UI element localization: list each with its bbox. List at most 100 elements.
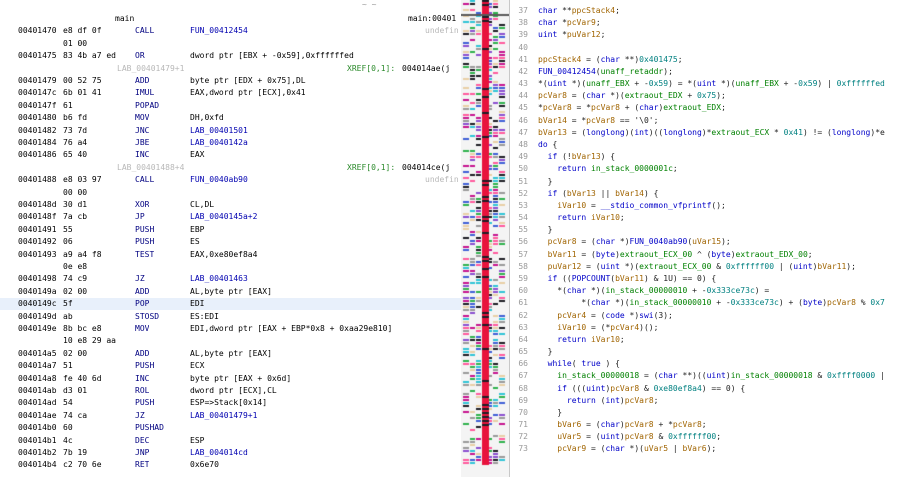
listing-row[interactable]: 00401479 00 52 75 ADD byte ptr [EDX + 0x75]… — [0, 75, 461, 87]
instruction-bytes: 10 e8 29 aa — [63, 336, 116, 346]
listing-row[interactable]: 00401484 76 a4 JBE LAB_0040142a — [0, 137, 461, 149]
listing-row[interactable]: 0040148f 7a cb JP LAB_0040145a+2 — [0, 211, 461, 223]
listing-row[interactable]: 00401491 55 PUSH EBP — [0, 224, 461, 236]
listing-row[interactable]: 0040149c 5f POP EDI — [0, 298, 461, 311]
listing-row[interactable]: 0040148d 30 d1 XOR CL,DL — [0, 199, 461, 211]
listing-row[interactable]: 0040147c 6b 01 41 IMUL EAX,dword ptr [ECX],… — [0, 87, 461, 99]
decompiler-code: while( true ) { — [547, 359, 620, 369]
decompiler-line[interactable]: 50 return in_stack_0000001c; — [510, 163, 903, 175]
listing-label-row[interactable]: main main:00401 — [0, 13, 461, 25]
listing-row[interactable]: 004014b1 4c DEC ESP — [0, 435, 461, 447]
line-number: 49 — [518, 152, 528, 162]
instruction-address: 0040149e — [18, 324, 57, 333]
decompiler-line[interactable]: 73 pcVar9 = (char *)(uVar5 | bVar6); — [510, 443, 903, 455]
listing-row[interactable]: 00401498 74 c9 JZ LAB_00401463 — [0, 273, 461, 285]
decompiler-line[interactable]: 71 bVar6 = (char)pcVar8 + *pcVar8; — [510, 419, 903, 431]
listing-row[interactable]: 00401482 73 7d JNC LAB_00401501 — [0, 125, 461, 137]
decompiler-line[interactable]: 70 } — [510, 407, 903, 419]
decompiler-line[interactable]: 56 pcVar8 = (char *)FUN_0040ab90(uVar15)… — [510, 236, 903, 248]
decompiler-line[interactable]: 52 if (bVar13 || bVar14) { — [510, 188, 903, 200]
listing-row[interactable]: 00401493 a9 a4 f8 TEST EAX,0xe80ef8a4 — [0, 249, 461, 261]
decompiler-line[interactable]: 61 *(char *)(in_stack_00000010 + -0x333c… — [510, 297, 903, 309]
decompiler-code: in_stack_00000018 = (char **)((uint)in_s… — [557, 371, 885, 381]
decompiler-line[interactable]: 47 bVar13 = (longlong)(int)((longlong)*ex… — [510, 127, 903, 139]
decompiler-line[interactable]: 72 uVar5 = (uint)pcVar8 & 0xffffff00; — [510, 431, 903, 443]
decompiler-line[interactable]: 55 } — [510, 224, 903, 236]
decompiler-line[interactable]: 59 if ((POPCOUNT(bVar11) & 1U) == 0) { — [510, 273, 903, 285]
decompiler-panel[interactable]: 37 char **ppcStack4; 38 char *pcVar9; 39 uint… — [510, 0, 903, 477]
instruction-operands: LAB_0040142a — [190, 138, 248, 147]
decompiler-line[interactable]: 57 bVar11 = (byte)extraout_ECX_00 ^ (byt… — [510, 249, 903, 261]
decompiler-line[interactable]: 67 in_stack_00000018 = (char **)((uint)i… — [510, 370, 903, 382]
listing-row[interactable]: 004014b4 c2 70 6e RET 0x6e70 — [0, 459, 461, 471]
decompiler-code: puVar12 = (uint *)(extraout_ECX_00 & 0xf… — [547, 261, 856, 271]
instruction-operands: LAB_00401479+1 — [190, 410, 258, 420]
instruction-operands: CL,DL — [190, 200, 215, 209]
instruction-operands: EBP — [190, 224, 205, 234]
decompiler-line[interactable]: 43 *(uint *)(unaff_EBX + -0x59) = *(uint … — [510, 78, 903, 90]
decompiler-code: pcVar8 = (char *)FUN_0040ab90(uVar15); — [547, 237, 731, 247]
instruction-operands: dword ptr [ECX],CL — [190, 386, 277, 395]
decompiler-line[interactable]: 38 char *pcVar9; — [510, 17, 903, 29]
instruction-address: 004014a5 — [18, 348, 57, 358]
listing-row[interactable]: 00401488 e8 03 97 CALL FUN_0040ab90 undefin — [0, 174, 461, 186]
listing-row[interactable]: 10 e8 29 aa — [0, 335, 461, 347]
decompiler-line[interactable]: 64 return iVar10; — [510, 334, 903, 346]
instruction-mnemonic: MOV — [135, 324, 150, 333]
listing-row[interactable]: 00401480 b6 fd MOV DH,0xfd — [0, 112, 461, 124]
decompiler-line[interactable]: 66 while( true ) { — [510, 358, 903, 370]
listing-row[interactable]: 0040149d ab STOSD ES:EDI — [0, 311, 461, 323]
decompiler-line[interactable]: 60 *(char *)(in_stack_00000010 + -0x333c… — [510, 285, 903, 297]
listing-row[interactable]: 0040149a 02 00 ADD AL,byte ptr [EAX] — [0, 286, 461, 298]
decompiler-line[interactable]: 69 return (int)pcVar8; — [510, 395, 903, 407]
listing-row[interactable]: 00 00 — [0, 187, 461, 199]
instruction-address: 00401475 — [18, 51, 57, 61]
decompiler-line[interactable]: 53 iVar10 = __stdio_common_vfprintf(); — [510, 200, 903, 212]
listing-row[interactable]: 004014b2 7b 19 JNP LAB_004014cd — [0, 447, 461, 459]
line-number: 57 — [518, 249, 528, 259]
listing-row[interactable]: 004014a5 02 00 ADD AL,byte ptr [EAX] — [0, 348, 461, 360]
instruction-bytes: 02 00 — [63, 348, 88, 358]
decompiler-line[interactable]: 45 *pcVar8 = *pcVar8 + (char)extraout_EDX… — [510, 102, 903, 114]
decompiler-line[interactable]: 41 ppcStack4 = (char **)0x401475; — [510, 54, 903, 66]
listing-row[interactable]: 004014ae 74 ca JZ LAB_00401479+1 — [0, 410, 461, 422]
listing-row[interactable]: 00401475 83 4b a7 ed OR dword ptr [EBX + -0… — [0, 50, 461, 62]
listing-row[interactable]: 004014ab d3 01 ROL dword ptr [ECX],CL — [0, 385, 461, 397]
decompiler-line[interactable]: 46 bVar14 = *pcVar8 == '\0'; — [510, 115, 903, 127]
listing-row[interactable]: 00401470 e8 df 0f CALL FUN_00412454 undefin — [0, 25, 461, 37]
listing-label-row[interactable]: LAB_00401488+4 XREF[0,1]: 004014ce(j — [0, 162, 461, 174]
decompiler-line[interactable]: 37 char **ppcStack4; — [510, 5, 903, 17]
decompiler-line[interactable]: 42 FUN_00412454(unaff_retaddr); — [510, 66, 903, 78]
listing-row[interactable]: 004014a7 51 PUSH ECX — [0, 360, 461, 372]
instruction-operands: FUN_00412454 — [190, 26, 248, 36]
listing-row[interactable]: 01 00 — [0, 38, 461, 50]
decompiler-line[interactable]: 54 return iVar10; — [510, 212, 903, 224]
instruction-operands: ECX — [190, 361, 205, 371]
listing-row[interactable]: 0040149e 8b bc e8 MOV EDI,dword ptr [EAX + … — [0, 323, 461, 335]
listing-row[interactable]: 004014b0 60 PUSHAD — [0, 422, 461, 434]
listing-row[interactable]: 0040147f 61 POPAD — [0, 100, 461, 112]
instruction-mnemonic: STOSD — [135, 311, 160, 321]
decompiler-line[interactable]: 63 iVar10 = (*pcVar4)(); — [510, 322, 903, 334]
listing-row[interactable]: 004014ad 54 PUSH ESP=>Stack[0x14] — [0, 397, 461, 409]
decompiler-line[interactable]: 48 do { — [510, 139, 903, 151]
decompiler-line[interactable]: 44 pcVar8 = (char *)(extraout_EDX + 0x75)… — [510, 90, 903, 102]
decompiler-line[interactable]: 51 } — [510, 176, 903, 188]
decompiler-line[interactable]: 58 puVar12 = (uint *)(extraout_ECX_00 & … — [510, 261, 903, 273]
listing-panel[interactable]: ~ ~ main main:00401 00401470 e8 df 0f CALL FUN… — [0, 0, 461, 477]
decompiler-line[interactable]: 49 if (!bVar13) { — [510, 151, 903, 163]
listing-row[interactable]: 00401492 06 PUSH ES — [0, 236, 461, 248]
decompiler-line[interactable]: 62 pcVar4 = (code *)swi(3); — [510, 310, 903, 322]
decompiler-line[interactable]: 39 uint *puVar12; — [510, 29, 903, 41]
decompiler-line[interactable]: 65 } — [510, 346, 903, 358]
listing-row[interactable]: 004014a8 fe 40 6d INC byte ptr [EAX + 0x6d] — [0, 373, 461, 385]
instruction-mnemonic: INC — [135, 150, 150, 160]
listing-label-row[interactable]: LAB_00401479+1 XREF[0,1]: 004014ae(j — [0, 63, 461, 75]
decompiler-line[interactable]: 40 — [510, 42, 903, 54]
listing-row[interactable]: 00401486 65 40 INC EAX — [0, 149, 461, 161]
line-number: 53 — [518, 200, 528, 210]
listing-row[interactable]: 0e e8 — [0, 261, 461, 273]
overview-bar[interactable] — [461, 0, 509, 477]
decompiler-line[interactable]: 68 if (((uint)pcVar8 & 0xe80ef8a4) == 0)… — [510, 383, 903, 395]
listing-header-marks: ~ ~ — [362, 0, 377, 9]
